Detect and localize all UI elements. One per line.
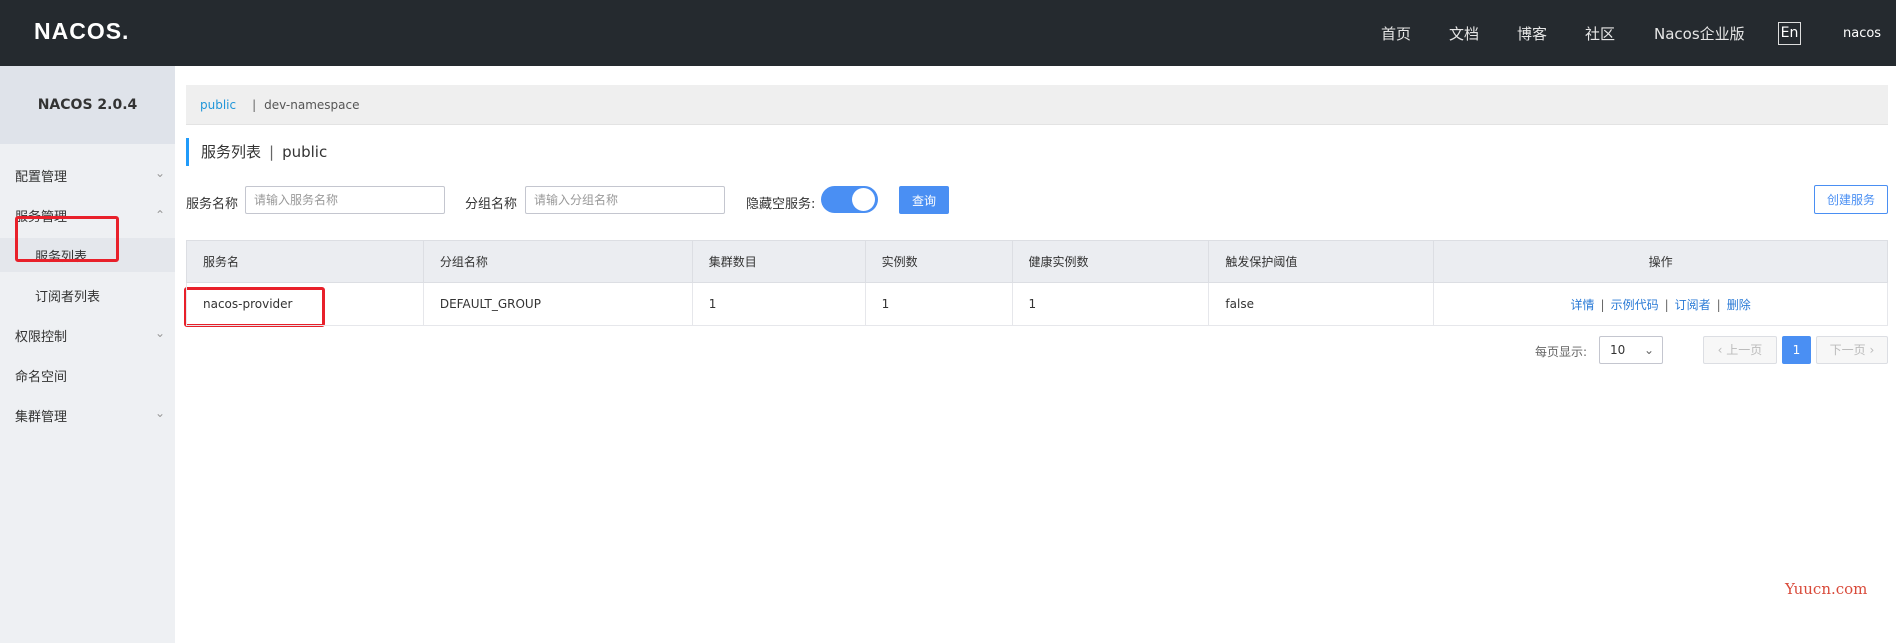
col-service-name: 服务名 bbox=[186, 240, 424, 283]
group-name-input[interactable] bbox=[525, 186, 725, 214]
hide-empty-label: 隐藏空服务: bbox=[746, 197, 816, 212]
cell-protect-threshold: false bbox=[1208, 282, 1435, 326]
service-name-input[interactable] bbox=[245, 186, 445, 214]
nav-blog[interactable]: 博客 bbox=[1517, 0, 1547, 66]
op-sample-code-link[interactable]: 示例代码 bbox=[1611, 298, 1659, 312]
chevron-down-icon: ⌄ bbox=[154, 406, 165, 420]
sidebar-item-cluster-management[interactable]: 集群管理 ⌄ bbox=[0, 398, 175, 432]
hide-empty-toggle[interactable] bbox=[821, 186, 878, 213]
op-delete-link[interactable]: 删除 bbox=[1727, 298, 1751, 312]
sidebar: NACOS 2.0.4 配置管理 ⌄ 服务管理 ⌃ 服务列表 订阅者列表 权限控… bbox=[0, 66, 175, 643]
chevron-left-icon: ‹ bbox=[1717, 343, 1727, 357]
page-title: 服务列表 | public bbox=[186, 138, 327, 166]
sidebar-item-config-management[interactable]: 配置管理 ⌄ bbox=[0, 158, 175, 192]
language-toggle-button[interactable]: En bbox=[1778, 22, 1801, 45]
sidebar-item-access-control[interactable]: 权限控制 ⌄ bbox=[0, 318, 175, 352]
namespace-dev[interactable]: dev-namespace bbox=[264, 98, 359, 112]
nav-docs[interactable]: 文档 bbox=[1449, 0, 1479, 66]
cell-service-name: nacos-provider bbox=[186, 282, 424, 326]
group-name-label: 分组名称 bbox=[465, 197, 518, 212]
watermark: Yuucn.com bbox=[1785, 580, 1868, 598]
cell-healthy-count: 1 bbox=[1011, 282, 1210, 326]
col-instance-count: 实例数 bbox=[864, 240, 1013, 283]
toggle-knob bbox=[852, 188, 875, 211]
cell-instance-count: 1 bbox=[864, 282, 1013, 326]
chevron-down-icon: ⌄ bbox=[1643, 343, 1654, 357]
sidebar-item-namespace[interactable]: 命名空间 bbox=[0, 358, 175, 392]
col-healthy-count: 健康实例数 bbox=[1011, 240, 1210, 283]
service-table: 服务名 分组名称 集群数目 实例数 健康实例数 触发保护阈值 操作 nacos-… bbox=[186, 240, 1888, 326]
cell-operations: 详情 | 示例代码 | 订阅者 | 删除 bbox=[1433, 282, 1888, 326]
col-cluster-count: 集群数目 bbox=[691, 240, 866, 283]
create-service-button[interactable]: 创建服务 bbox=[1814, 185, 1888, 214]
col-group-name: 分组名称 bbox=[422, 240, 693, 283]
next-page-button[interactable]: 下一页 › bbox=[1816, 336, 1888, 364]
page-number-current[interactable]: 1 bbox=[1782, 336, 1811, 364]
op-details-link[interactable]: 详情 bbox=[1571, 298, 1595, 312]
chevron-down-icon: ⌄ bbox=[154, 166, 165, 180]
service-name-label: 服务名称 bbox=[186, 197, 239, 212]
nacos-logo[interactable]: NACOS. bbox=[34, 18, 129, 45]
highlight-box-service-list bbox=[15, 216, 119, 262]
page-size-select[interactable]: 10 ⌄ bbox=[1599, 336, 1663, 364]
chevron-down-icon: ⌄ bbox=[154, 326, 165, 340]
nav-home[interactable]: 首页 bbox=[1381, 0, 1411, 66]
namespace-separator: | bbox=[252, 97, 257, 112]
chevron-up-icon: ⌃ bbox=[154, 208, 165, 222]
sidebar-version: NACOS 2.0.4 bbox=[0, 66, 175, 144]
cell-cluster-count: 1 bbox=[691, 282, 866, 326]
op-subscribers-link[interactable]: 订阅者 bbox=[1675, 298, 1711, 312]
table-row: nacos-provider DEFAULT_GROUP 1 1 1 false… bbox=[186, 282, 1888, 326]
prev-page-button[interactable]: ‹ 上一页 bbox=[1703, 336, 1777, 364]
page-size-label: 每页显示: bbox=[1535, 345, 1588, 359]
cell-group-name: DEFAULT_GROUP bbox=[422, 282, 693, 326]
user-name[interactable]: nacos bbox=[1843, 26, 1881, 41]
namespace-public[interactable]: public bbox=[200, 98, 236, 112]
chevron-right-icon: › bbox=[1865, 343, 1875, 357]
nav-community[interactable]: 社区 bbox=[1585, 0, 1615, 66]
top-navbar: NACOS. 首页 文档 博客 社区 Nacos企业版 En nacos bbox=[0, 0, 1896, 66]
col-operations: 操作 bbox=[1433, 240, 1888, 283]
sidebar-item-subscriber-list[interactable]: 订阅者列表 bbox=[0, 278, 175, 312]
nav-enterprise[interactable]: Nacos企业版 bbox=[1654, 0, 1745, 66]
namespace-bar: public | dev-namespace bbox=[186, 85, 1888, 125]
table-header-row: 服务名 分组名称 集群数目 实例数 健康实例数 触发保护阈值 操作 bbox=[186, 240, 1888, 283]
query-button[interactable]: 查询 bbox=[899, 186, 949, 214]
col-protect-threshold: 触发保护阈值 bbox=[1208, 240, 1435, 283]
